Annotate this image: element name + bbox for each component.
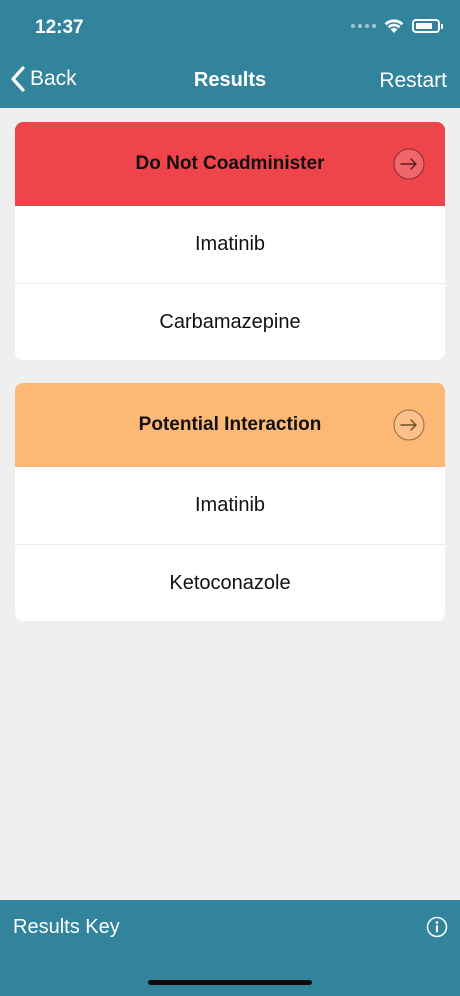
bottom-toolbar: Results Key — [0, 900, 460, 996]
battery-icon — [412, 19, 443, 33]
status-time: 12:37 — [35, 17, 84, 38]
restart-button[interactable]: Restart — [379, 69, 447, 93]
chevron-left-icon — [11, 66, 25, 92]
arrow-right-circle-icon[interactable] — [393, 409, 425, 441]
section-title: Do Not Coadminister — [135, 153, 325, 174]
wifi-icon — [384, 19, 404, 33]
section-title: Potential Interaction — [138, 414, 322, 435]
arrow-right-circle-icon[interactable] — [393, 148, 425, 180]
back-button[interactable]: Back — [10, 66, 77, 92]
drug-row: Ketoconazole — [15, 544, 445, 621]
results-key-button[interactable]: Results Key — [13, 916, 120, 939]
do-not-coadminister-card: Do Not Coadminister Imatinib Carbamazepi… — [15, 122, 445, 360]
cellular-signal-icon — [351, 24, 376, 28]
potential-interaction-header[interactable]: Potential Interaction — [15, 383, 445, 467]
drug-row: Imatinib — [194, 494, 266, 516]
back-label: Back — [30, 67, 77, 90]
info-icon[interactable] — [426, 916, 448, 938]
status-icons — [351, 18, 443, 34]
drug-row: Imatinib — [194, 233, 266, 255]
home-indicator — [148, 980, 312, 985]
potential-interaction-card: Potential Interaction Imatinib Ketoconaz… — [15, 383, 445, 621]
do-not-coadminister-header[interactable]: Do Not Coadminister — [15, 122, 445, 206]
navigation-bar: 12:37 Back Results Restart — [0, 0, 460, 108]
drug-row: Carbamazepine — [15, 283, 445, 360]
